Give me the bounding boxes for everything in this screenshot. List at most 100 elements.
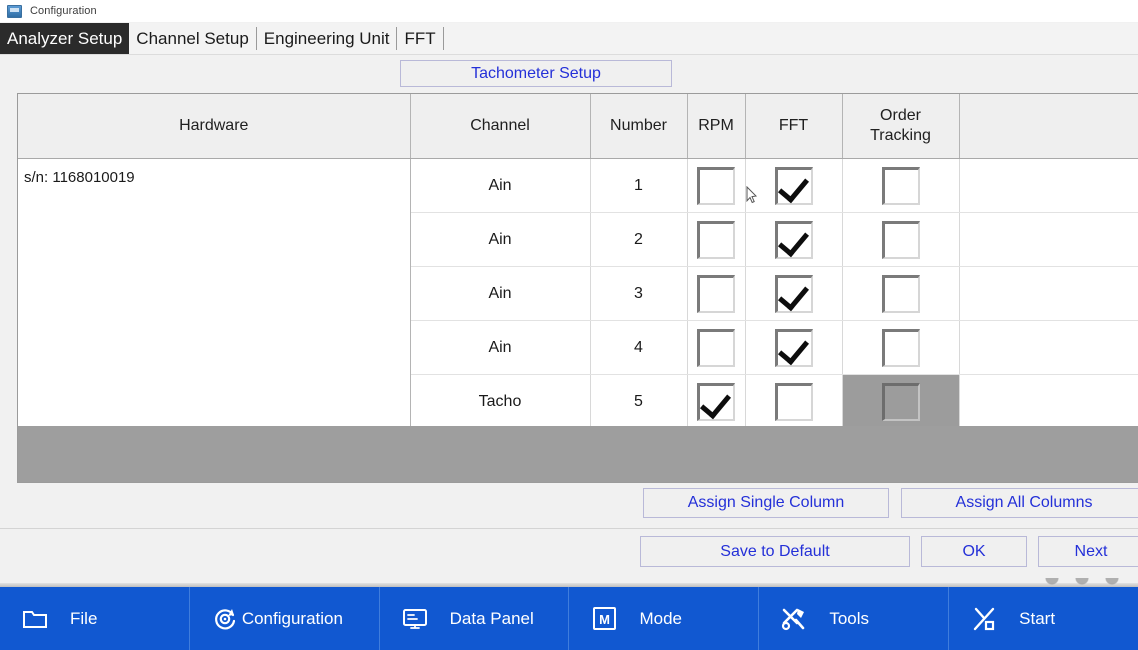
toolbar-label: File: [70, 608, 98, 628]
resize-grip[interactable]: [1040, 578, 1136, 586]
order-tracking-checkbox[interactable]: [881, 166, 920, 205]
fft-checkbox-cell: [745, 158, 843, 213]
ok-button[interactable]: OK: [921, 536, 1027, 567]
channel-cell: Ain: [410, 158, 591, 213]
table-row: s/n: 1168010019 Ain 1: [18, 158, 1138, 429]
tachometer-setup-button[interactable]: Tachometer Setup: [400, 60, 672, 87]
rpm-checkbox[interactable]: [697, 274, 735, 313]
toolbar-item-data-panel[interactable]: Data Panel: [380, 587, 570, 650]
fft-checkbox-cell: [745, 266, 843, 321]
window-title: Configuration: [30, 5, 97, 17]
next-button[interactable]: Next: [1038, 536, 1138, 567]
toolbar-label: Tools: [829, 608, 869, 628]
number-cell: 4: [590, 320, 688, 375]
toolbar-item-start[interactable]: Start: [949, 587, 1138, 650]
title-bar: Configuration: [0, 0, 1138, 22]
save-to-default-button[interactable]: Save to Default: [640, 536, 910, 567]
rpm-checkbox-cell: [687, 374, 746, 429]
rpm-checkbox[interactable]: [697, 382, 735, 421]
fft-checkbox[interactable]: [774, 328, 813, 367]
app-icon: [7, 4, 22, 18]
column-header-hardware: Hardware: [18, 94, 411, 159]
rpm-checkbox[interactable]: [697, 328, 735, 367]
channel-cell: Ain: [410, 266, 591, 321]
next-label: Next: [1074, 542, 1108, 560]
row-spacer-cell: [959, 320, 1138, 375]
start-slash-icon: [971, 606, 997, 632]
rpm-checkbox[interactable]: [697, 220, 735, 259]
rpm-checkbox-cell: [687, 320, 746, 375]
toolbar-label: Mode: [639, 608, 683, 628]
table-footer-strip: [18, 426, 1138, 482]
number-cell: 5: [590, 374, 688, 429]
row-spacer-cell: [959, 212, 1138, 267]
tab-fft[interactable]: FFT: [397, 23, 442, 54]
rpm-checkbox-cell: [687, 266, 746, 321]
column-header-spacer: [959, 94, 1138, 159]
tab-channel-setup[interactable]: Channel Setup: [129, 23, 255, 54]
mode-m-icon: M: [591, 606, 617, 632]
column-header-fft: FFT: [745, 94, 843, 159]
order-tracking-checkbox-cell: [842, 212, 960, 267]
footer-divider: [0, 528, 1138, 529]
number-cell: 1: [590, 158, 688, 213]
assign-all-columns-button[interactable]: Assign All Columns: [901, 488, 1138, 518]
order-tracking-checkbox-cell: [842, 374, 960, 429]
tab-label: Engineering Unit: [263, 28, 390, 48]
order-tracking-line1: Order: [880, 107, 921, 124]
toolbar-label: Configuration: [241, 608, 343, 628]
order-tracking-checkbox[interactable]: [881, 220, 920, 259]
order-tracking-checkbox-cell: [842, 266, 960, 321]
tab-engineering-unit[interactable]: Engineering Unit: [257, 23, 397, 54]
rpm-checkbox[interactable]: [697, 166, 735, 205]
hardware-cell: s/n: 1168010019: [18, 158, 411, 429]
toolbar-label: Data Panel: [449, 608, 534, 628]
order-tracking-checkbox[interactable]: [881, 328, 920, 367]
toolbar-item-configuration[interactable]: Configuration: [190, 587, 380, 650]
row-spacer-cell: [959, 374, 1138, 429]
order-tracking-checkbox-cell: [842, 320, 960, 375]
rpm-checkbox-cell: [687, 212, 746, 267]
fft-checkbox[interactable]: [774, 274, 813, 313]
toolbar-item-file[interactable]: File: [0, 587, 190, 650]
rpm-checkbox-cell: [687, 158, 746, 213]
row-spacer-cell: [959, 266, 1138, 321]
svg-text:M: M: [599, 612, 610, 627]
assign-single-column-button[interactable]: Assign Single Column: [643, 488, 889, 518]
gear-refresh-icon: [212, 606, 238, 632]
order-tracking-checkbox: [881, 382, 920, 421]
fft-checkbox-cell: [745, 320, 843, 375]
channel-cell: Ain: [410, 320, 591, 375]
tab-label: FFT: [404, 28, 436, 48]
channel-cell: Tacho: [410, 374, 591, 429]
fft-checkbox[interactable]: [774, 382, 813, 421]
column-header-channel: Channel: [410, 94, 591, 159]
column-header-number: Number: [590, 94, 688, 159]
tab-analyzer-setup[interactable]: Analyzer Setup: [0, 23, 130, 54]
tab-separator: [442, 27, 444, 50]
assign-button-row: Assign Single Column Assign All Columns: [0, 488, 1138, 524]
hardware-serial-label: s/n: 1168010019: [24, 169, 135, 186]
column-header-rpm: RPM: [687, 94, 746, 159]
tachometer-setup-label: Tachometer Setup: [471, 64, 601, 82]
tools-icon: [781, 606, 807, 632]
assign-single-label: Assign Single Column: [687, 494, 845, 511]
toolbar-item-mode[interactable]: M Mode: [569, 587, 760, 650]
tab-label: Analyzer Setup: [7, 28, 123, 48]
order-tracking-checkbox[interactable]: [881, 274, 920, 313]
fft-checkbox[interactable]: [774, 166, 813, 205]
tab-strip: Analyzer Setup Channel Setup Engineering…: [0, 23, 1138, 55]
configuration-window: Configuration Analyzer Setup Channel Set…: [0, 0, 1138, 650]
fft-checkbox-cell: [745, 212, 843, 267]
channel-cell: Ain: [410, 212, 591, 267]
tab-label: Channel Setup: [136, 28, 249, 48]
monitor-icon: [402, 606, 428, 632]
channel-table: Hardware Channel Number RPM FFT Order Tr…: [17, 93, 1138, 483]
fft-checkbox[interactable]: [774, 220, 813, 259]
ok-label: OK: [962, 542, 986, 560]
save-to-default-label: Save to Default: [720, 542, 830, 560]
assign-all-label: Assign All Columns: [955, 494, 1093, 511]
toolbar-label: Start: [1019, 608, 1056, 628]
main-toolbar: File Configuration Data Panel M Mode Too…: [0, 587, 1138, 650]
toolbar-item-tools[interactable]: Tools: [759, 587, 950, 650]
